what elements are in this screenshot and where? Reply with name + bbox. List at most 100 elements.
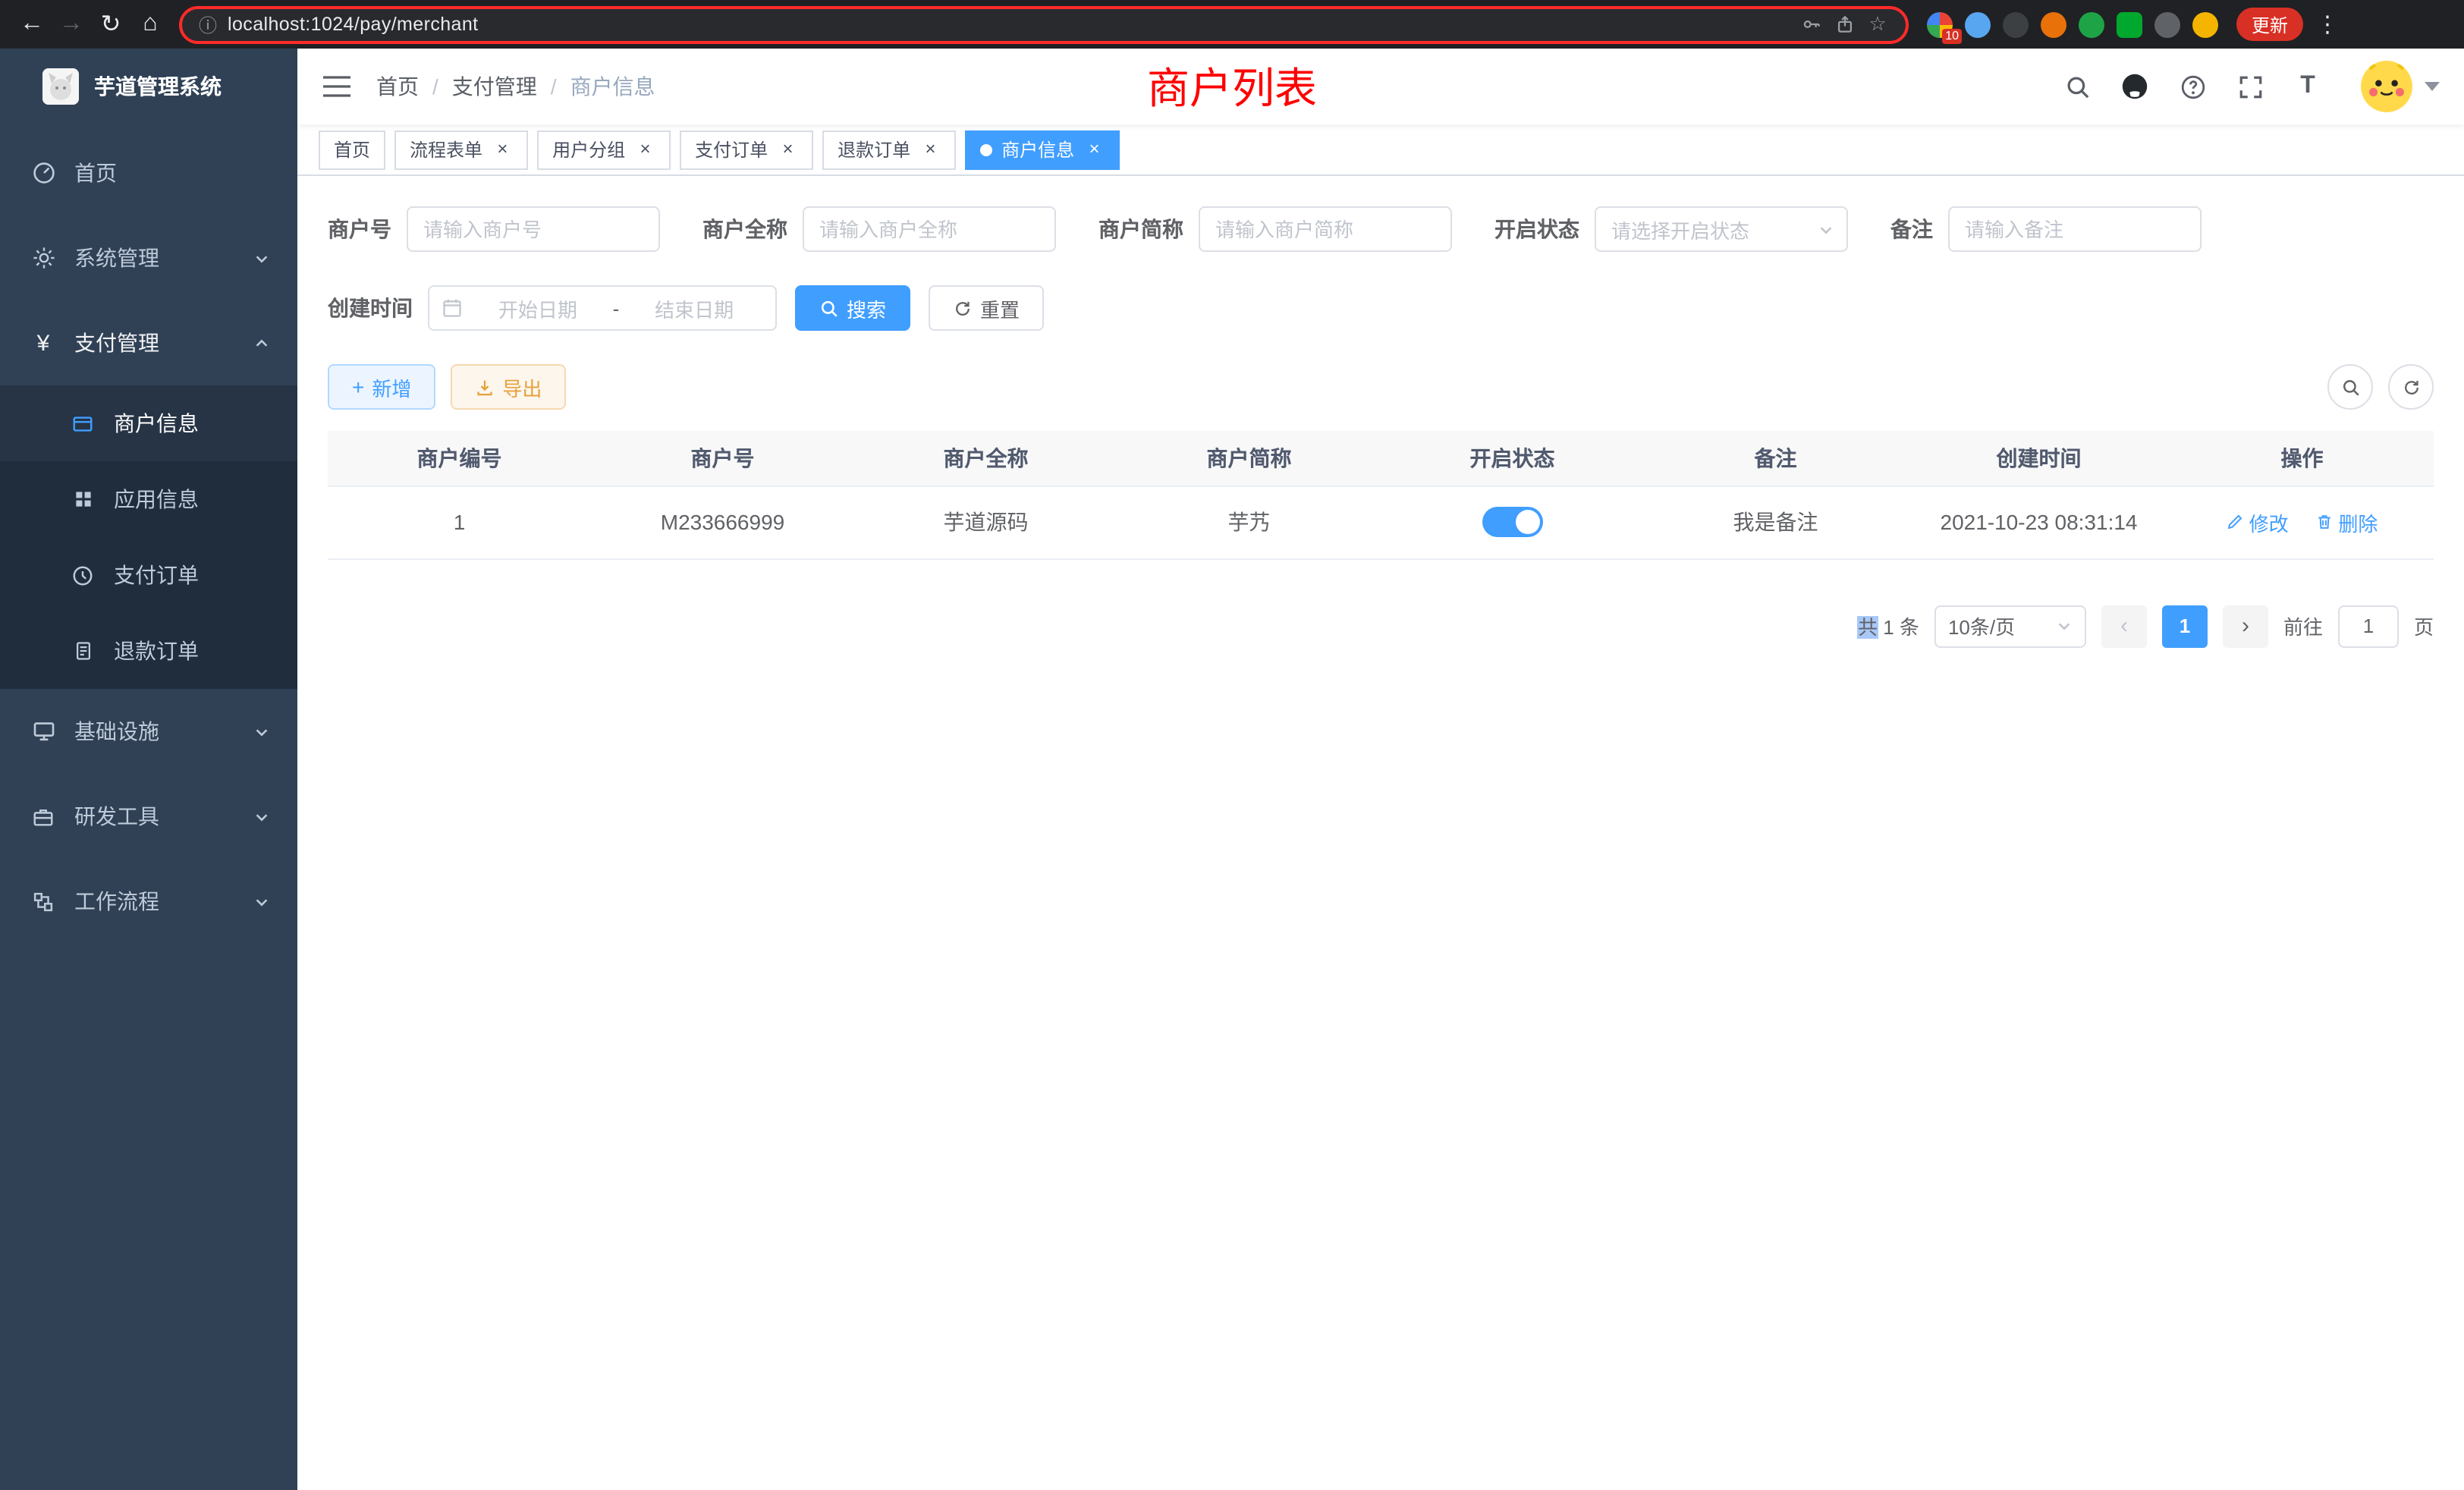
extension-icon[interactable]: 10 xyxy=(1927,11,1953,37)
github-icon[interactable] xyxy=(2121,73,2148,100)
browser-update-button[interactable]: 更新 xyxy=(2236,8,2303,41)
goto-page-input[interactable] xyxy=(2338,605,2399,647)
grid-icon xyxy=(70,486,96,512)
clock-icon xyxy=(70,562,96,588)
extension-icon[interactable] xyxy=(1965,11,1991,37)
calendar-icon xyxy=(442,297,463,319)
tab-merchant-info[interactable]: 商户信息 × xyxy=(965,130,1120,169)
start-date-placeholder: 开始日期 xyxy=(469,294,607,322)
share-icon[interactable] xyxy=(1833,13,1856,36)
bookmark-star-icon[interactable]: ☆ xyxy=(1866,13,1889,36)
table-toolbar: + 新增 导出 xyxy=(328,364,2434,410)
tab-home[interactable]: 首页 xyxy=(319,130,385,169)
tab-refund-order[interactable]: 退款订单 × xyxy=(822,130,956,169)
export-button[interactable]: 导出 xyxy=(451,364,566,410)
add-button[interactable]: + 新增 xyxy=(328,364,435,410)
merchant-no-label: 商户号 xyxy=(328,214,391,244)
sidebar-item-payment[interactable]: ¥ 支付管理 xyxy=(0,300,297,385)
cell-create-time: 2021-10-23 08:31:14 xyxy=(1907,486,2170,558)
page-size-select[interactable]: 10条/页 xyxy=(1934,605,2086,647)
breadcrumb-item[interactable]: 首页 xyxy=(376,71,419,102)
cell-merchant-no: M233666999 xyxy=(591,486,854,558)
edit-label: 修改 xyxy=(2249,508,2289,536)
sidebar-item-app-info[interactable]: 应用信息 xyxy=(0,461,297,537)
remark-input[interactable] xyxy=(1948,206,2202,252)
sidebar-item-label: 基础设施 xyxy=(74,716,235,747)
browser-profile-avatar[interactable] xyxy=(2192,11,2218,37)
extension-icon[interactable] xyxy=(2154,11,2180,37)
sidebar-item-pay-order[interactable]: 支付订单 xyxy=(0,537,297,613)
font-size-icon[interactable]: T xyxy=(2294,73,2321,100)
goto-label: 前往 xyxy=(2283,611,2323,640)
toggle-search-button[interactable] xyxy=(2327,364,2373,410)
close-icon[interactable]: × xyxy=(634,139,655,160)
search-form-row-2: 创建时间 开始日期 - 结束日期 搜索 xyxy=(328,285,2434,331)
browser-back-icon[interactable]: ← xyxy=(12,5,52,44)
sidebar-item-system[interactable]: 系统管理 xyxy=(0,215,297,300)
user-avatar xyxy=(2361,61,2412,112)
extension-icon[interactable] xyxy=(2117,11,2142,37)
next-page-button[interactable]: › xyxy=(2223,605,2268,647)
col-short-name: 商户简称 xyxy=(1117,431,1381,486)
browser-reload-icon[interactable]: ↻ xyxy=(91,5,130,44)
delete-button[interactable]: 删除 xyxy=(2315,508,2378,536)
app-logo[interactable]: 芋道管理系统 xyxy=(0,49,297,124)
breadcrumb-item[interactable]: 支付管理 xyxy=(452,71,537,102)
edit-button[interactable]: 修改 xyxy=(2227,508,2289,536)
close-icon[interactable]: × xyxy=(492,139,513,160)
refresh-button[interactable] xyxy=(2388,364,2434,410)
tab-user-group[interactable]: 用户分组 × xyxy=(537,130,671,169)
prev-page-button[interactable]: ‹ xyxy=(2101,605,2147,647)
merchant-fullname-input[interactable] xyxy=(803,206,1056,252)
date-separator: - xyxy=(613,297,620,319)
sidebar-item-dev-tools[interactable]: 研发工具 xyxy=(0,774,297,859)
sidebar-menu: 首页 系统管理 ¥ 支付管理 xyxy=(0,124,297,1490)
fullscreen-icon[interactable] xyxy=(2236,73,2264,100)
browser-forward-icon[interactable]: → xyxy=(52,5,91,44)
main-area: 首页 / 支付管理 / 商户信息 xyxy=(297,49,2464,1490)
sidebar-toggle-icon[interactable] xyxy=(322,74,352,99)
close-icon[interactable]: × xyxy=(1083,139,1105,160)
tab-label: 退款订单 xyxy=(838,137,910,162)
page-number-button[interactable]: 1 xyxy=(2162,605,2208,647)
merchant-fullname-label: 商户全称 xyxy=(702,214,787,244)
search-button[interactable]: 搜索 xyxy=(795,285,910,331)
browser-home-icon[interactable]: ⌂ xyxy=(130,5,170,44)
password-key-icon[interactable] xyxy=(1799,13,1822,36)
sidebar-item-workflow[interactable]: 工作流程 xyxy=(0,859,297,944)
extension-icon[interactable] xyxy=(2079,11,2104,37)
tab-pay-order[interactable]: 支付订单 × xyxy=(680,130,813,169)
sidebar-item-home[interactable]: 首页 xyxy=(0,130,297,215)
create-time-range-picker[interactable]: 开始日期 - 结束日期 xyxy=(428,285,777,331)
reset-button[interactable]: 重置 xyxy=(929,285,1044,331)
workflow-icon xyxy=(30,888,56,914)
dashboard-icon xyxy=(30,160,56,186)
close-icon[interactable]: × xyxy=(777,139,798,160)
close-icon[interactable]: × xyxy=(919,139,941,160)
tab-process-form[interactable]: 流程表单 × xyxy=(394,130,528,169)
table-header-row: 商户编号 商户号 商户全称 商户简称 开启状态 备注 创建时间 操作 xyxy=(328,431,2434,486)
user-menu[interactable] xyxy=(2361,61,2440,112)
cell-merchant-id: 1 xyxy=(328,486,591,558)
extension-icon[interactable] xyxy=(2003,11,2029,37)
extension-icon[interactable] xyxy=(2041,11,2066,37)
merchant-shortname-input[interactable] xyxy=(1199,206,1452,252)
status-select[interactable]: 请选择开启状态 xyxy=(1595,206,1848,252)
merchant-no-input[interactable] xyxy=(407,206,660,252)
selected-text: 共 xyxy=(1858,616,1878,639)
tags-view-bar: 首页 流程表单 × 用户分组 × 支付订单 × 退款订单 × xyxy=(297,124,2464,176)
browser-menu-icon[interactable]: ⋮ xyxy=(2315,11,2340,38)
reset-button-label: 重置 xyxy=(980,294,1020,322)
sidebar-item-merchant-info[interactable]: 商户信息 xyxy=(0,385,297,461)
address-bar[interactable]: ⓘ localhost:1024/pay/merchant ☆ xyxy=(179,5,1909,43)
col-merchant-id: 商户编号 xyxy=(328,431,591,486)
add-button-label: 新增 xyxy=(372,372,411,401)
search-form-row-1: 商户号 商户全称 商户简称 开启状态 请选择开启状态 xyxy=(328,206,2434,252)
search-icon[interactable] xyxy=(2063,73,2091,100)
help-icon[interactable] xyxy=(2179,73,2206,100)
sidebar-item-refund-order[interactable]: 退款订单 xyxy=(0,613,297,689)
site-info-icon[interactable]: ⓘ xyxy=(199,11,217,37)
sidebar-item-infrastructure[interactable]: 基础设施 xyxy=(0,689,297,774)
merchant-shortname-label: 商户简称 xyxy=(1098,214,1183,244)
status-toggle[interactable] xyxy=(1482,507,1543,537)
